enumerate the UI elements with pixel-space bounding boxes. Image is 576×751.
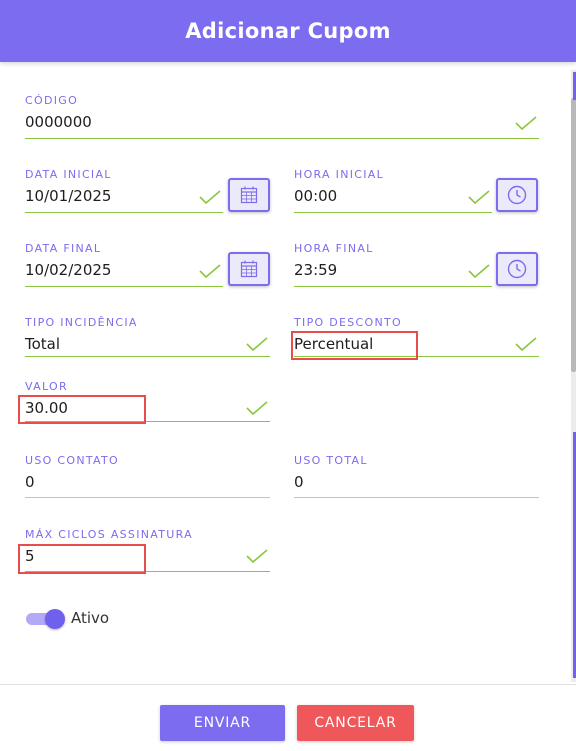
clock-icon [507,185,527,205]
uso-contato-input[interactable]: 0 [25,473,35,491]
valor-highlight [18,395,146,424]
data-inicial-calendar-button[interactable] [228,178,270,212]
tipo-incidencia-select[interactable]: TIPO INCIDÊNCIA Total [25,316,270,358]
codigo-underline [25,138,539,139]
hora-inicial-input[interactable]: 00:00 [294,187,337,205]
uso-contato-underline [25,497,270,498]
data-inicial-input[interactable]: 10/01/2025 [25,187,111,205]
codigo-input[interactable]: 0000000 [25,113,92,131]
tipo-incidencia-value: Total [25,335,61,353]
footer-divider [0,684,576,685]
cancelar-button[interactable]: CANCELAR [297,705,414,741]
uso-total-underline [294,497,539,498]
scrollbar-thumb[interactable] [571,98,576,372]
hora-final-input[interactable]: 23:59 [294,261,337,279]
max-ciclos-highlight [18,544,146,574]
hora-inicial-field[interactable]: HORA INICIAL 00:00 [294,168,492,214]
hora-final-label: HORA FINAL [294,242,374,255]
uso-total-input[interactable]: 0 [294,473,304,491]
calendar-icon [240,186,258,204]
valor-label: VALOR [25,380,68,393]
hora-inicial-label: HORA INICIAL [294,168,385,181]
data-inicial-underline [25,212,223,213]
data-final-field[interactable]: DATA FINAL 10/02/2025 [25,242,223,288]
toggle-knob [45,609,65,629]
calendar-icon [240,260,258,278]
dialog-header: Adicionar Cupom [0,0,576,62]
tipo-desconto-label: TIPO DESCONTO [294,316,402,329]
data-inicial-field[interactable]: DATA INICIAL 10/01/2025 [25,168,223,214]
max-ciclos-label: MÁX CICLOS ASSINATURA [25,528,193,541]
tipo-incidencia-label: TIPO INCIDÊNCIA [25,316,138,329]
hora-final-underline [294,286,492,287]
check-icon [515,116,537,130]
data-inicial-label: DATA INICIAL [25,168,112,181]
check-icon [468,190,490,204]
check-icon [199,264,221,278]
uso-contato-field[interactable]: USO CONTATO 0 [25,454,270,498]
dialog-title: Adicionar Cupom [185,19,391,43]
hora-final-field[interactable]: HORA FINAL 23:59 [294,242,492,288]
data-final-calendar-button[interactable] [228,252,270,286]
uso-total-label: USO TOTAL [294,454,368,467]
uso-total-field[interactable]: USO TOTAL 0 [294,454,539,498]
clock-icon [507,259,527,279]
tipo-incidencia-underline [25,356,270,357]
check-icon [199,190,221,204]
check-icon [515,337,537,351]
data-final-underline [25,286,223,287]
check-icon [468,264,490,278]
ativo-label: Ativo [71,609,110,627]
ativo-toggle[interactable] [26,609,65,629]
codigo-field[interactable]: CÓDIGO 0000000 [25,94,539,140]
tipo-desconto-highlight [291,331,418,360]
hora-final-clock-button[interactable] [496,252,538,286]
codigo-label: CÓDIGO [25,94,79,107]
check-icon [246,337,268,351]
data-final-label: DATA FINAL [25,242,102,255]
hora-inicial-clock-button[interactable] [496,178,538,212]
check-icon [246,401,268,415]
enviar-button[interactable]: ENVIAR [160,705,285,741]
data-final-input[interactable]: 10/02/2025 [25,261,111,279]
check-icon [246,549,268,563]
hora-inicial-underline [294,212,492,213]
uso-contato-label: USO CONTATO [25,454,119,467]
